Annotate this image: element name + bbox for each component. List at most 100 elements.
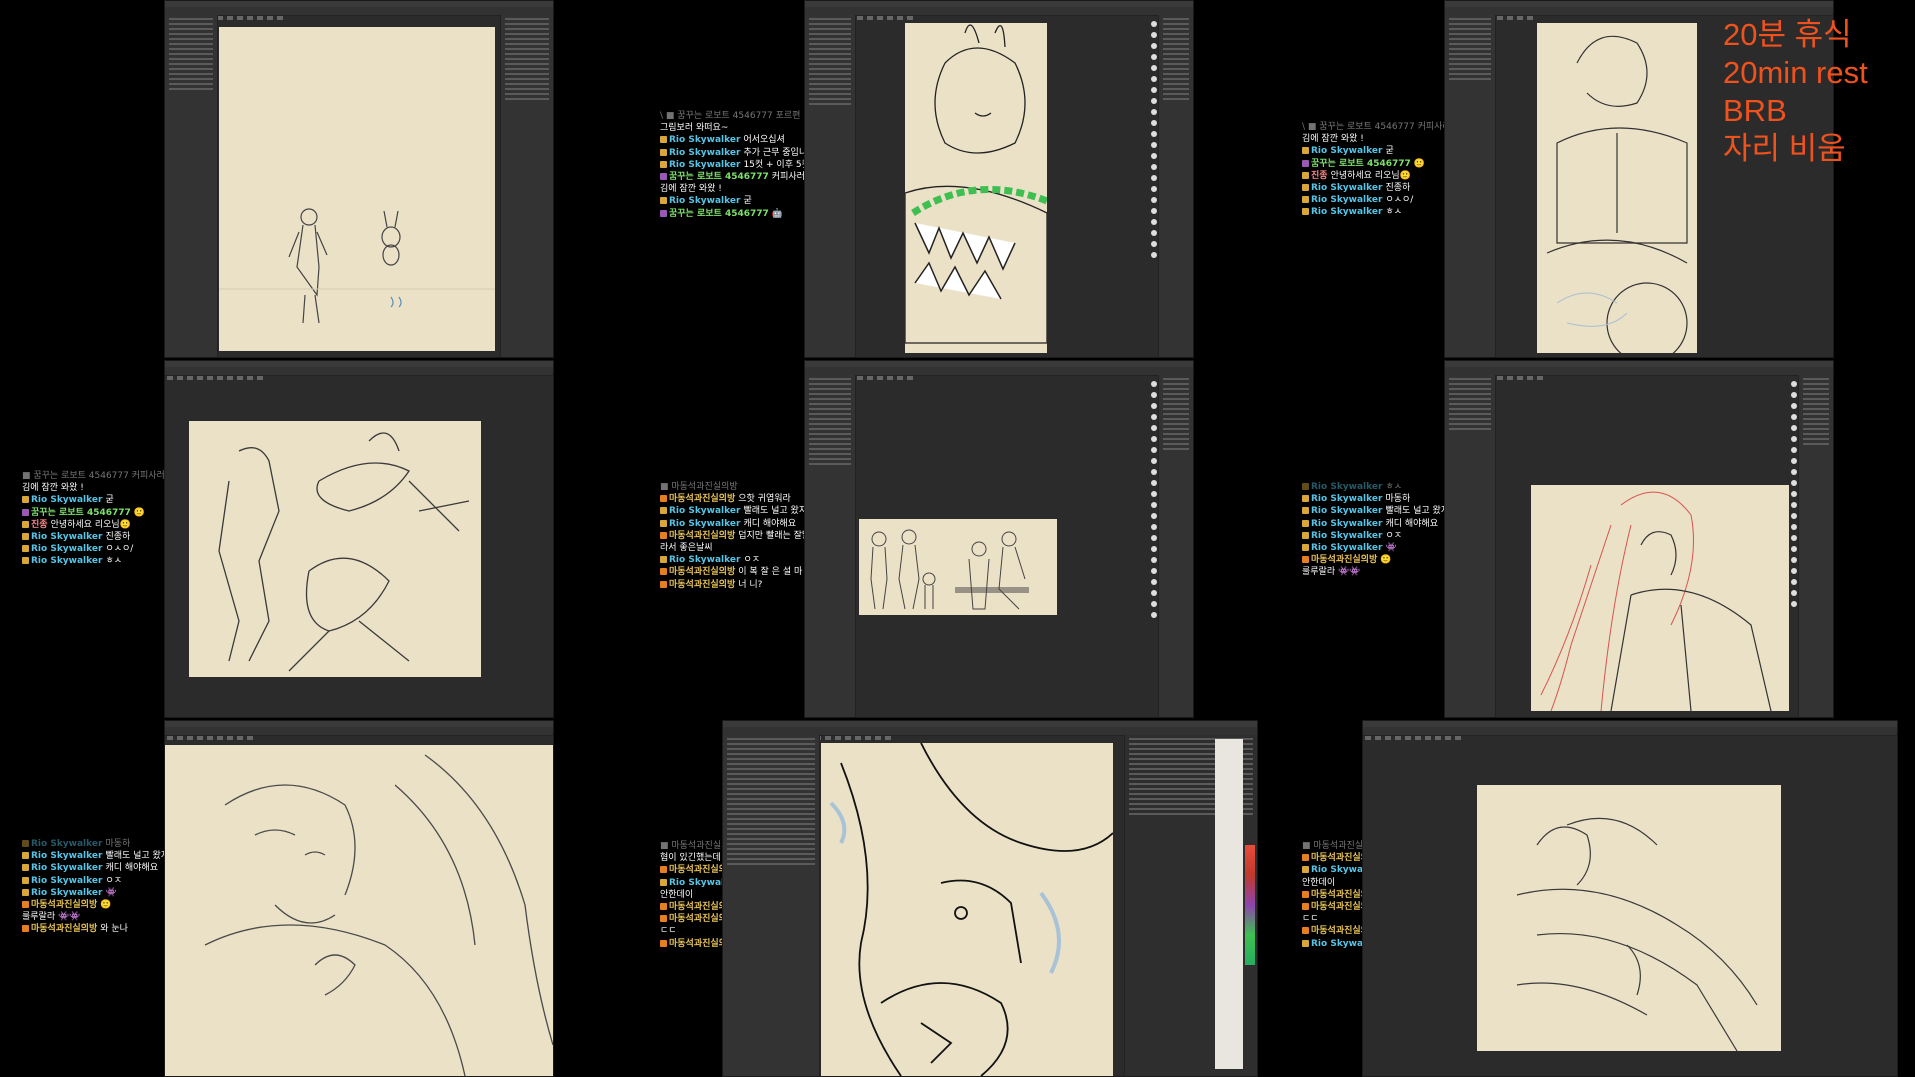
chat-username[interactable]: Rio Skywalker — [669, 148, 740, 158]
chat-text: 안한데이 — [660, 889, 694, 900]
toolbar[interactable] — [805, 7, 1193, 20]
tool-property-panel[interactable] — [1445, 15, 1496, 357]
chat-message: \ ■ 꿈꾸는 로보트 4546777 커피사러온 — [1302, 121, 1459, 133]
drawing-canvas[interactable] — [905, 23, 1047, 353]
chat-message: 마동석과진실의방🙂 — [22, 899, 169, 911]
chat-username[interactable]: 마동석과진실의방 — [31, 900, 97, 910]
chat-username[interactable]: 진종 — [31, 520, 48, 530]
chat-username[interactable]: 마동석과진실의방 — [669, 567, 735, 577]
chat-username[interactable]: Rio Skywalker — [669, 519, 740, 529]
stream-tile-8 — [722, 720, 1258, 1077]
chat-text: ㅇㅈ — [743, 555, 760, 566]
chat-username[interactable]: Rio Skywalker — [1311, 195, 1382, 205]
stream-tile-2 — [804, 0, 1194, 358]
tool-property-panel[interactable] — [165, 15, 218, 357]
chat-username[interactable]: 마동석과진실의방 — [1311, 555, 1377, 565]
drawing-canvas[interactable] — [189, 421, 481, 677]
user-badge-icon — [22, 925, 29, 933]
chat-message: Rio Skywalker 굳 — [1302, 145, 1459, 157]
chat-username[interactable]: Rio Skywalker — [669, 160, 740, 170]
color-swatches[interactable] — [1245, 845, 1255, 965]
layer-panel[interactable] — [500, 15, 553, 357]
chat-username[interactable]: 진종 — [1311, 171, 1328, 181]
toolbar[interactable] — [165, 7, 553, 20]
user-badge-icon — [660, 915, 667, 923]
layer-panel[interactable] — [1158, 375, 1193, 717]
user-badge-icon — [660, 197, 667, 205]
chat-username[interactable]: 마동석과진실의방 — [669, 580, 735, 590]
chat-username[interactable]: Rio Skywalker — [31, 863, 102, 873]
chat-username[interactable]: Rio Skywalker — [31, 495, 102, 505]
user-badge-icon — [22, 864, 29, 872]
chat-username[interactable]: Rio Skywalker — [31, 888, 102, 898]
chat-username[interactable]: 꿈꾸는 로보트 4546777 — [31, 508, 131, 518]
tool-property-panel[interactable] — [805, 15, 856, 357]
chat-username[interactable]: Rio Skywalker — [31, 851, 102, 861]
user-badge-icon — [660, 148, 667, 156]
lineart-monster-mouth — [905, 24, 1047, 344]
layer-panel[interactable] — [1158, 15, 1193, 357]
chat-username[interactable]: 꿈꾸는 로보트 4546777 — [669, 172, 769, 182]
drawing-canvas[interactable] — [219, 27, 495, 351]
chat-username[interactable]: Rio Skywalker — [669, 196, 740, 206]
chat-username[interactable]: Rio Skywalker — [31, 544, 102, 554]
toolbar[interactable] — [165, 367, 553, 380]
stream-tile-5 — [804, 360, 1194, 718]
chat-username[interactable]: 마동석과진실의방 — [669, 494, 735, 504]
user-badge-icon — [1302, 556, 1309, 564]
chat-username[interactable]: Rio Skywalker — [31, 839, 102, 849]
tool-property-panel[interactable] — [805, 375, 856, 717]
chat-username[interactable]: Rio Skywalker — [669, 506, 740, 516]
chat-username[interactable]: 마동석과진실의방 — [669, 531, 735, 541]
user-badge-icon — [1302, 171, 1309, 179]
chat-username[interactable]: Rio Skywalker — [31, 556, 102, 566]
chat-username[interactable]: Rio Skywalker — [31, 876, 102, 886]
chat-username[interactable]: Rio Skywalker — [1311, 146, 1382, 156]
drawing-canvas[interactable] — [165, 745, 553, 1076]
brb-line-4: 자리 비움 — [1723, 131, 1846, 166]
chat-text: 👾 — [1385, 543, 1397, 554]
chat-message: 룰루랄라 👾👾 — [22, 911, 169, 923]
layer-panel[interactable] — [1124, 735, 1257, 1076]
chat-username[interactable]: Rio Skywalker — [1311, 506, 1382, 516]
chat-username[interactable]: Rio Skywalker — [669, 135, 740, 145]
drawing-canvas[interactable] — [859, 519, 1057, 615]
drawing-canvas[interactable] — [1537, 23, 1697, 353]
chat-username[interactable]: 꿈꾸는 로보트 4546777 — [1311, 159, 1411, 169]
user-badge-icon — [1302, 927, 1309, 935]
chat-text: 룰루랄라 👾👾 — [1302, 567, 1361, 578]
tool-property-panel[interactable] — [1445, 375, 1496, 717]
chat-username[interactable]: 마동석과진실의방 — [31, 924, 97, 934]
chat-username[interactable]: 꿈꾸는 로보트 4546777 — [669, 209, 769, 219]
chat-text: 안녕하세요 리오님🙂 — [50, 519, 131, 530]
drawing-canvas[interactable] — [1477, 785, 1781, 1051]
chat-username[interactable]: Rio Skywalker — [669, 555, 740, 565]
chat-username[interactable]: Rio Skywalker — [1311, 543, 1382, 553]
reference-image-strip — [1215, 739, 1243, 1069]
chat-username[interactable]: Rio Skywalker — [1311, 494, 1382, 504]
toolbar[interactable] — [1445, 7, 1833, 20]
chat-username[interactable]: Rio Skywalker — [1311, 183, 1382, 193]
tool-panel[interactable] — [723, 735, 820, 1076]
toolbar[interactable] — [805, 367, 1193, 380]
user-badge-icon — [22, 520, 29, 528]
toolbar[interactable] — [165, 727, 553, 740]
toolbar[interactable] — [1363, 727, 1897, 740]
toolbar[interactable] — [1445, 367, 1833, 380]
brush-size-palette[interactable] — [1791, 381, 1797, 709]
chat-message: 마동석과진실의방🙂 — [1302, 554, 1449, 566]
chat-username[interactable]: Rio Skywalker — [1311, 207, 1382, 217]
user-badge-icon — [1302, 866, 1309, 874]
brush-size-palette[interactable] — [1151, 21, 1157, 349]
chat-username[interactable]: Rio Skywalker — [1311, 519, 1382, 529]
chat-username[interactable]: Rio Skywalker — [31, 532, 102, 542]
chat-username[interactable]: Rio Skywalker — [1311, 482, 1382, 492]
user-badge-icon — [22, 901, 29, 909]
layer-panel[interactable] — [1798, 375, 1833, 717]
drawing-canvas[interactable] — [821, 743, 1113, 1076]
brush-size-palette[interactable] — [1151, 381, 1157, 709]
chat-username[interactable]: Rio Skywalker — [1311, 531, 1382, 541]
drawing-canvas[interactable] — [1531, 485, 1789, 711]
user-badge-icon — [1302, 196, 1309, 204]
chat-text: 🙂 — [133, 507, 146, 518]
